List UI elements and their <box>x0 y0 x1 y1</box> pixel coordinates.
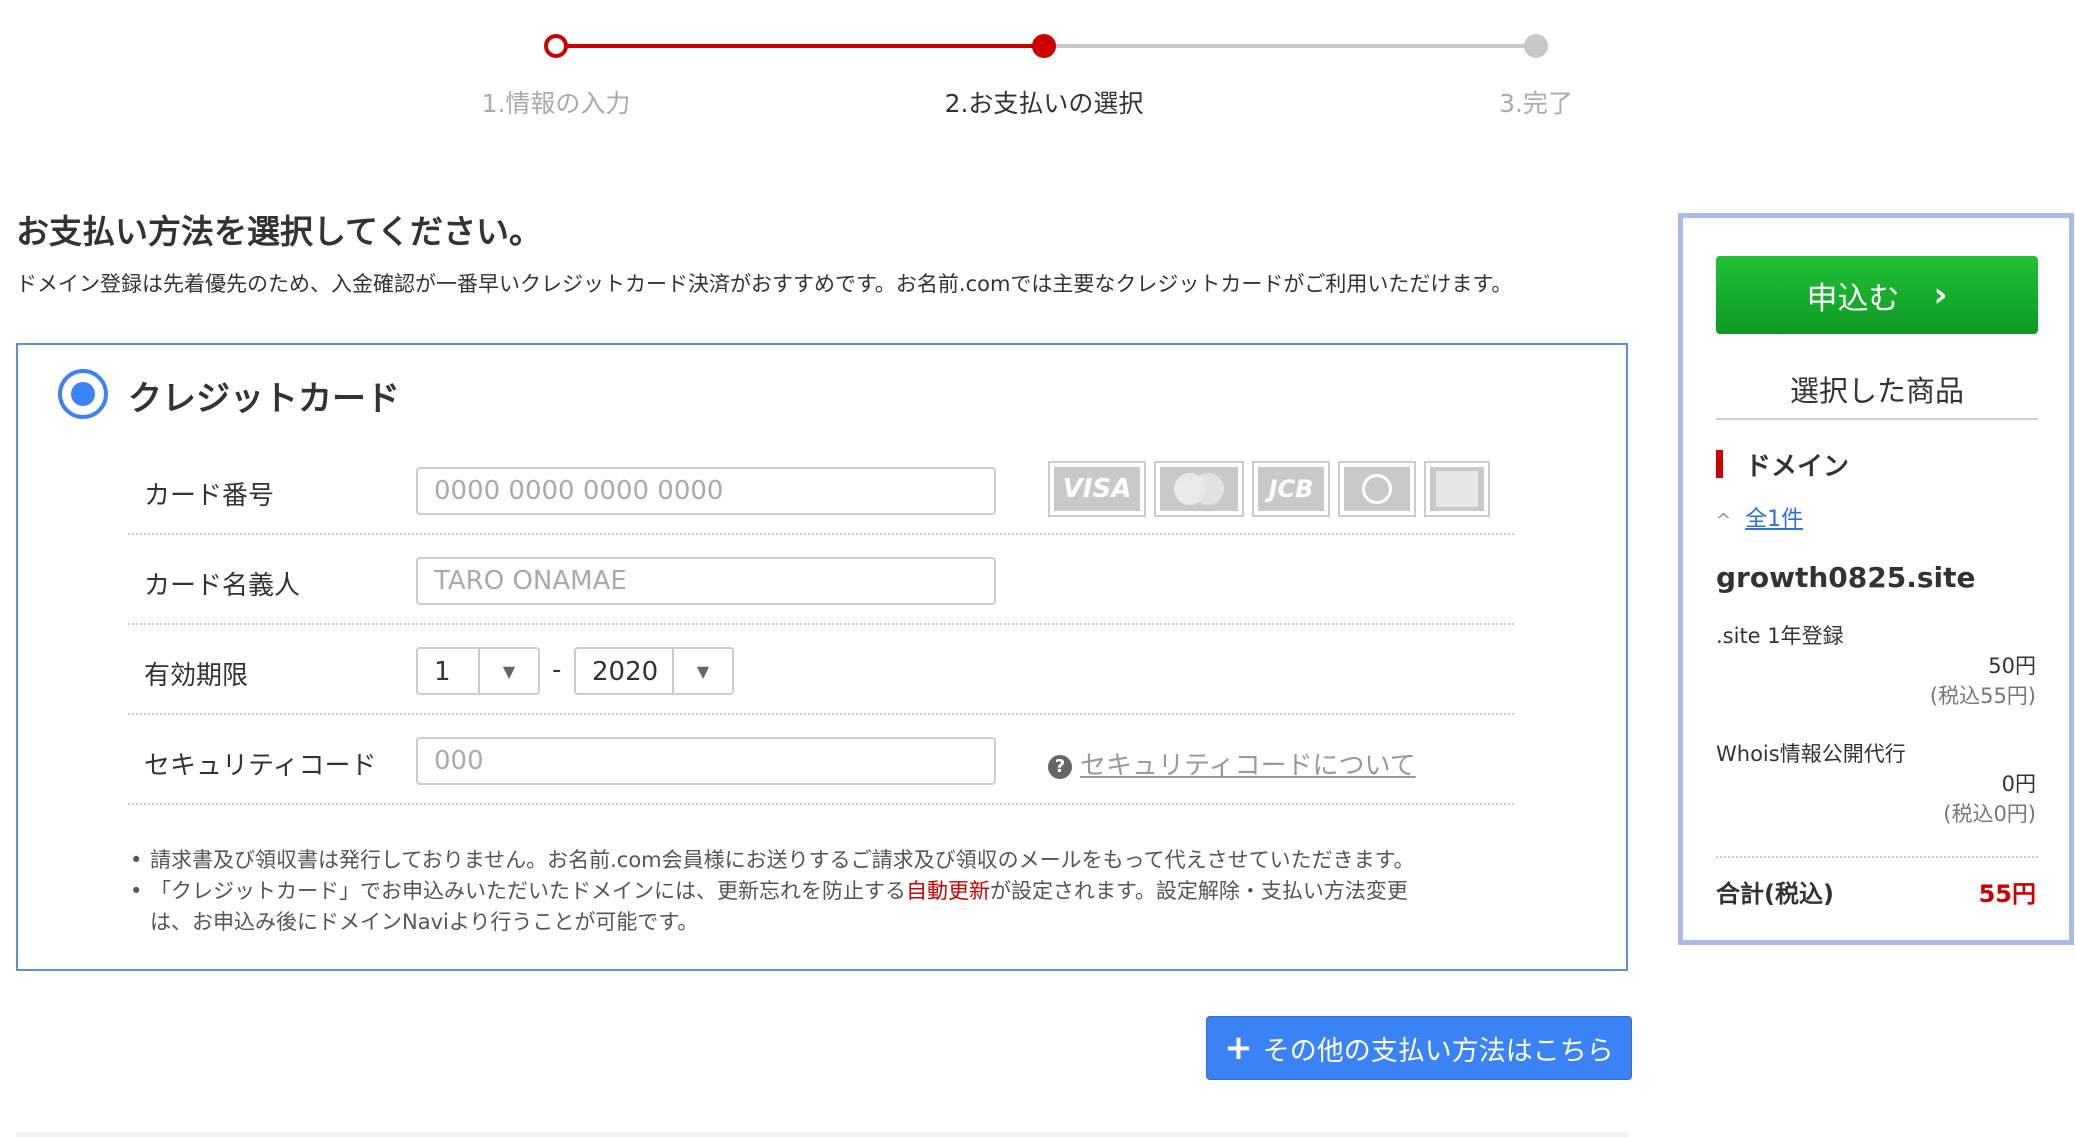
mastercard-logo-icon <box>1154 461 1244 517</box>
caret-down-icon: ▼ <box>672 649 732 693</box>
auto-renew-highlight: 自動更新 <box>906 879 990 903</box>
amex-logo-icon <box>1424 461 1490 517</box>
domain-name: growth0825.site <box>1716 561 1976 594</box>
security-code-help-text: セキュリティコードについて <box>1080 751 1416 781</box>
total-value: 55円 <box>1978 880 2036 908</box>
credit-card-panel: クレジットカード カード番号 VISA JCB カード名義人 有効期限 1 ▼ … <box>16 343 1628 971</box>
expiry-label: 有効期限 <box>144 661 249 691</box>
question-circle-icon: ? <box>1048 755 1072 779</box>
page-title: お支払い方法を選択してください。 <box>16 212 543 251</box>
visa-logo-icon: VISA <box>1048 461 1146 517</box>
domain-heading-marker <box>1716 450 1723 478</box>
card-holder-row: カード名義人 <box>128 535 1514 625</box>
card-number-row: カード番号 VISA JCB <box>128 445 1514 535</box>
footer-divider <box>16 1132 1628 1137</box>
stepper-line-pending <box>1044 44 1536 48</box>
item-tax-price: (税込0円) <box>1943 802 2036 826</box>
selected-items-title: 選択した商品 <box>1789 374 1964 408</box>
progress-stepper: 1.情報の入力 2.お支払いの選択 3.完了 <box>0 0 1600 130</box>
item-price: 0円 <box>2001 772 2036 796</box>
security-code-label: セキュリティコード <box>144 751 377 781</box>
credit-card-title: クレジットカード <box>128 379 400 419</box>
expiry-month-select[interactable]: 1 ▼ <box>416 647 540 695</box>
chevron-up-icon: ^ <box>1716 510 1732 531</box>
stepper-line-completed <box>558 44 1044 48</box>
item-price: 50円 <box>1988 654 2036 678</box>
step-3-label: 3.完了 <box>1499 89 1573 118</box>
caret-down-icon: ▼ <box>478 649 538 693</box>
item-count-toggle[interactable]: ^ 全1件 <box>1716 501 1803 533</box>
note-auto-renew: 「クレジットカード」でお申込みいただいたドメインには、更新忘れを防止する自動更新… <box>130 876 1530 938</box>
intro-text: ドメイン登録は先着優先のため、入金確認が一番早いクレジットカード決済がおすすめで… <box>16 272 1513 296</box>
security-code-input[interactable] <box>416 737 996 785</box>
diners-club-logo-icon <box>1338 461 1416 517</box>
apply-button-label: 申込む <box>1806 280 1900 317</box>
expiry-separator: - <box>552 655 562 685</box>
item-name: Whois情報公開代行 <box>1716 742 1906 766</box>
note-receipt: 請求書及び領収書は発行しておりません。お名前.com会員様にお送りするご請求及び… <box>130 845 1530 876</box>
card-holder-label: カード名義人 <box>144 571 301 601</box>
order-summary-sidebar: 申込む › 選択した商品 ドメイン ^ 全1件 growth0825.site .… <box>1678 213 2074 945</box>
apply-button[interactable]: 申込む › <box>1716 256 2038 334</box>
jcb-logo-icon: JCB <box>1252 461 1330 517</box>
card-number-label: カード番号 <box>144 481 275 511</box>
chevron-right-icon: › <box>1933 275 1948 315</box>
other-payment-methods-button[interactable]: + その他の支払い方法はこちら <box>1206 1016 1632 1080</box>
item-count-link: 全1件 <box>1745 507 1804 532</box>
card-number-input[interactable] <box>416 467 996 515</box>
step-1-dot <box>544 34 568 58</box>
other-payment-methods-label: その他の支払い方法はこちら <box>1262 1035 1614 1067</box>
total-label: 合計(税込) <box>1716 880 1834 908</box>
payment-notes: 請求書及び領収書は発行しておりません。お名前.com会員様にお送りするご請求及び… <box>130 845 1530 938</box>
step-3-dot <box>1524 34 1548 58</box>
total-divider <box>1716 856 2038 858</box>
item-tax-price: (税込55円) <box>1929 684 2036 708</box>
step-2-dot <box>1032 34 1056 58</box>
step-1-label: 1.情報の入力 <box>481 89 631 118</box>
item-name: .site 1年登録 <box>1716 624 1844 648</box>
expiry-row: 有効期限 1 ▼ - 2020 ▼ <box>128 625 1514 715</box>
expiry-year-value: 2020 <box>592 657 659 687</box>
plus-icon: + <box>1224 1028 1253 1068</box>
expiry-month-value: 1 <box>434 657 451 687</box>
security-code-help-link[interactable]: ? セキュリティコードについて <box>1048 745 1416 782</box>
security-code-row: セキュリティコード ? セキュリティコードについて <box>128 715 1514 805</box>
sidebar-divider <box>1716 418 2038 420</box>
expiry-year-select[interactable]: 2020 ▼ <box>574 647 734 695</box>
step-2-label: 2.お支払いの選択 <box>944 89 1144 118</box>
card-holder-input[interactable] <box>416 557 996 605</box>
credit-card-radio[interactable] <box>58 369 108 419</box>
domain-heading: ドメイン <box>1745 452 1850 482</box>
